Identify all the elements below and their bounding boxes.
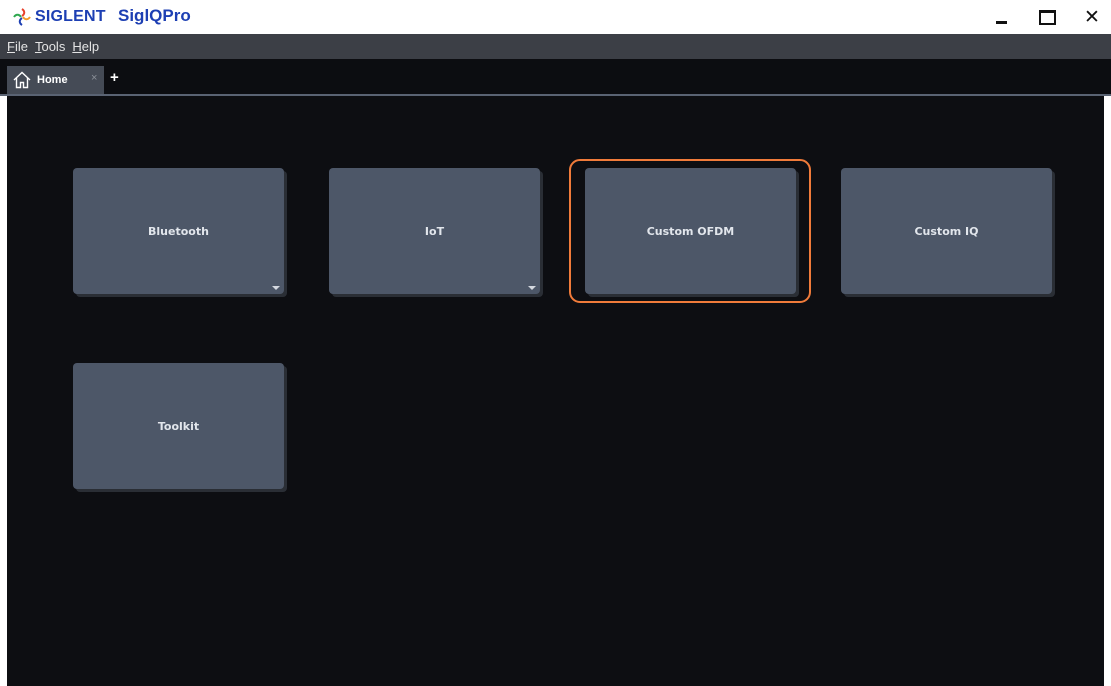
minimize-icon bbox=[995, 20, 1007, 24]
card-custom-iq[interactable]: Custom IQ bbox=[841, 168, 1052, 294]
siglent-logo: SIGLENT bbox=[12, 7, 106, 27]
tab-home[interactable]: Home × bbox=[7, 66, 104, 94]
tab-bar: Home × + bbox=[0, 59, 1111, 96]
card-label: Custom OFDM bbox=[646, 224, 735, 238]
home-workspace: Bluetooth IoT Custom OFDM Custom IQ Tool… bbox=[7, 96, 1104, 686]
dropdown-caret-icon[interactable] bbox=[272, 286, 280, 290]
card-label: IoT bbox=[424, 224, 445, 238]
dropdown-caret-icon[interactable] bbox=[528, 286, 536, 290]
add-tab-button[interactable]: + bbox=[110, 69, 119, 86]
card-label: Bluetooth bbox=[148, 224, 209, 238]
card-toolkit[interactable]: Toolkit bbox=[73, 363, 284, 489]
close-button[interactable]: ✕ bbox=[1077, 4, 1107, 30]
card-custom-ofdm[interactable]: Custom OFDM bbox=[585, 168, 796, 294]
menu-tools-rest: ools bbox=[41, 39, 66, 54]
tab-home-label: Home bbox=[37, 74, 68, 86]
card-label: Toolkit bbox=[157, 419, 200, 433]
card-label: Custom IQ bbox=[914, 224, 979, 238]
menu-help[interactable]: Help bbox=[72, 39, 99, 54]
menu-help-rest: elp bbox=[81, 39, 100, 54]
menu-bar: File Tools Help bbox=[0, 34, 1111, 59]
menu-tools[interactable]: Tools bbox=[35, 39, 65, 54]
title-bar: SIGLENT SiglQPro ✕ bbox=[0, 0, 1111, 34]
minimize-button[interactable] bbox=[986, 4, 1016, 30]
card-bluetooth[interactable]: Bluetooth bbox=[73, 168, 284, 294]
tab-close-icon[interactable]: × bbox=[91, 72, 97, 84]
maximize-button[interactable] bbox=[1032, 4, 1062, 30]
menu-file[interactable]: File bbox=[7, 39, 28, 54]
close-icon: ✕ bbox=[1084, 6, 1100, 28]
brand-text: SIGLENT bbox=[35, 8, 106, 25]
menu-file-rest: ile bbox=[14, 39, 28, 54]
home-icon bbox=[13, 71, 31, 89]
siglent-logo-icon bbox=[13, 8, 31, 26]
maximize-icon bbox=[1038, 9, 1056, 25]
app-title: SiglQPro bbox=[118, 6, 191, 25]
card-iot[interactable]: IoT bbox=[329, 168, 540, 294]
